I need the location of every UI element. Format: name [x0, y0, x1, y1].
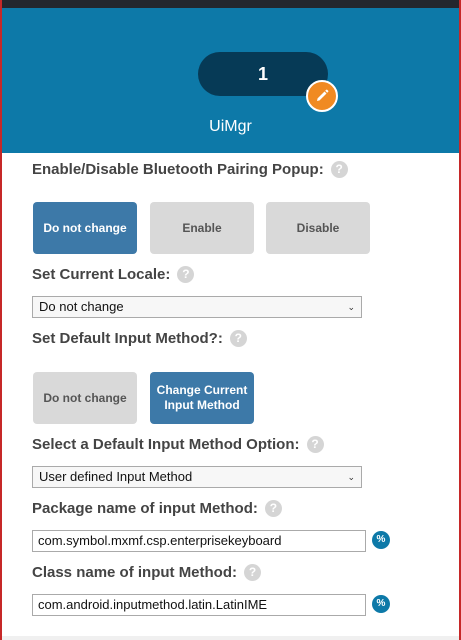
bottom-divider	[2, 636, 459, 640]
package-name-label-text: Package name of input Method:	[32, 500, 258, 517]
input-method-option-value: User defined Input Method	[39, 469, 193, 484]
bluetooth-enable-button[interactable]: Enable	[150, 202, 254, 254]
feature-title: UiMgr	[209, 118, 252, 135]
settings-panel: Enable/Disable Bluetooth Pairing Popup: …	[16, 153, 456, 640]
bluetooth-popup-label: Enable/Disable Bluetooth Pairing Popup: …	[32, 161, 348, 178]
step-header: 1 UiMgr	[2, 8, 459, 153]
input-method-do-not-change-button[interactable]: Do not change	[33, 372, 137, 424]
package-name-variable-button[interactable]: %	[372, 531, 390, 549]
current-locale-label-text: Set Current Locale:	[32, 266, 171, 283]
change-current-input-method-button[interactable]: Change Current Input Method	[150, 372, 254, 424]
current-locale-label: Set Current Locale: ?	[32, 266, 195, 283]
default-input-method-label-text: Set Default Input Method?:	[32, 330, 223, 347]
package-name-input[interactable]: com.symbol.mxmf.csp.enterprisekeyboard	[32, 530, 366, 552]
help-icon[interactable]: ?	[244, 564, 262, 581]
class-name-label: Class name of input Method: ?	[32, 564, 262, 581]
default-input-method-label: Set Default Input Method?: ?	[32, 330, 247, 347]
pencil-icon[interactable]	[306, 80, 338, 112]
package-name-label: Package name of input Method: ?	[32, 500, 282, 517]
bluetooth-disable-button[interactable]: Disable	[266, 202, 370, 254]
help-icon[interactable]: ?	[229, 330, 247, 347]
help-icon[interactable]: ?	[330, 161, 348, 178]
help-icon[interactable]: ?	[264, 500, 282, 517]
class-name-label-text: Class name of input Method:	[32, 564, 238, 581]
input-method-option-label-text: Select a Default Input Method Option:	[32, 436, 300, 453]
current-locale-select[interactable]: Do not change ⌄	[32, 296, 362, 318]
bluetooth-popup-label-text: Enable/Disable Bluetooth Pairing Popup:	[32, 161, 324, 178]
class-name-variable-button[interactable]: %	[372, 595, 390, 613]
help-icon[interactable]: ?	[306, 436, 324, 453]
current-locale-value: Do not change	[39, 299, 124, 314]
chevron-down-icon: ⌄	[347, 472, 355, 482]
window-top-strip	[0, 0, 461, 8]
chevron-down-icon: ⌄	[347, 302, 355, 312]
bluetooth-do-not-change-button[interactable]: Do not change	[33, 202, 137, 254]
input-method-option-label: Select a Default Input Method Option: ?	[32, 436, 324, 453]
help-icon[interactable]: ?	[177, 266, 195, 283]
input-method-option-select[interactable]: User defined Input Method ⌄	[32, 466, 362, 488]
class-name-input[interactable]: com.android.inputmethod.latin.LatinIME	[32, 594, 366, 616]
